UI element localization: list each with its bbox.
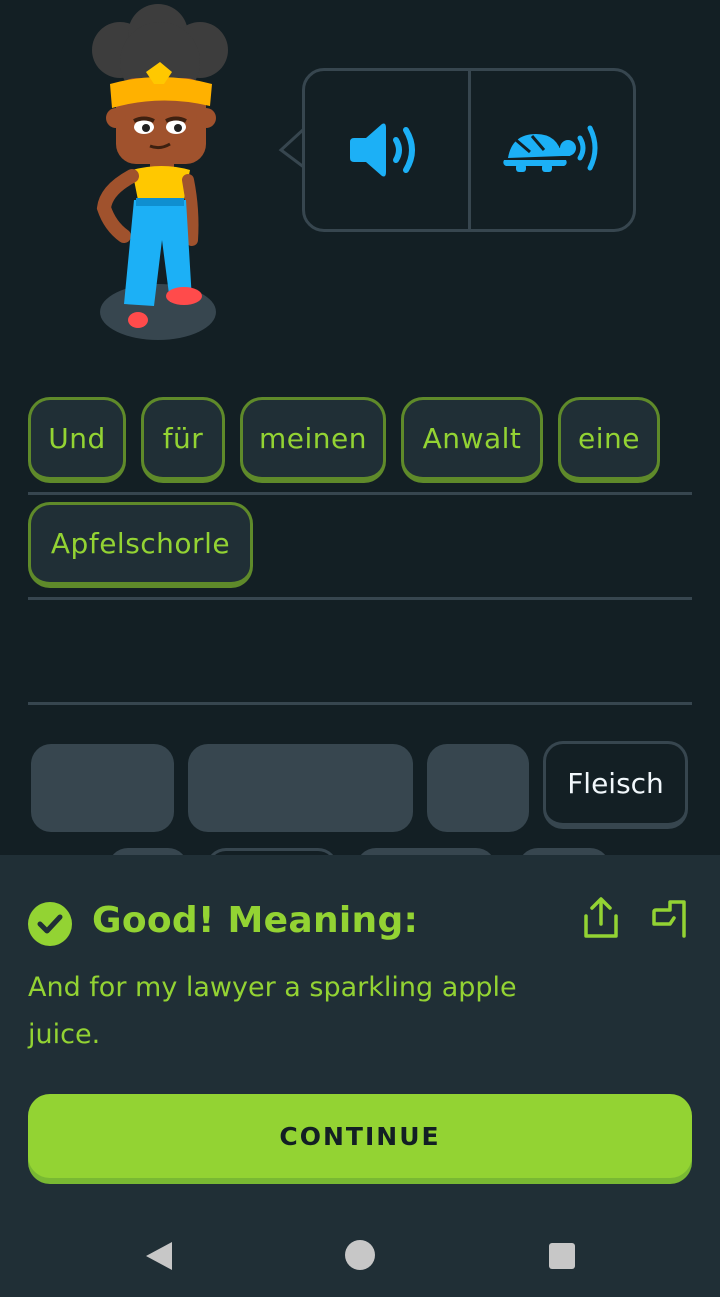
answer-word-meinen[interactable]: meinen — [240, 397, 386, 483]
play-audio-button[interactable] — [305, 71, 468, 229]
word-bank-empty-slot — [31, 744, 174, 832]
speaker-icon — [350, 123, 416, 177]
answer-word-apfelschorle[interactable]: Apfelschorle — [28, 502, 253, 588]
answer-word-anwalt[interactable]: Anwalt — [401, 397, 543, 483]
recents-icon[interactable] — [548, 1242, 576, 1270]
feedback-title: Good! Meaning: — [92, 900, 419, 941]
word-bank-empty-slot — [188, 744, 413, 832]
answer-line-3 — [28, 702, 692, 705]
play-slow-audio-button[interactable] — [471, 71, 634, 229]
answer-word-fur[interactable]: für — [141, 397, 225, 483]
home-icon[interactable] — [344, 1239, 376, 1271]
continue-button[interactable]: CONTINUE — [28, 1094, 692, 1178]
answer-word-und[interactable]: Und — [28, 397, 126, 483]
word-bank-empty-slot — [427, 744, 529, 832]
feedback-translation: And for my lawyer a sparkling apple juic… — [28, 972, 517, 1050]
back-icon[interactable] — [144, 1240, 174, 1272]
answer-line-2 — [28, 597, 692, 600]
word-bank-fleisch[interactable]: Fleisch — [543, 741, 688, 829]
character-illustration — [92, 4, 228, 340]
share-icon[interactable] — [582, 896, 620, 940]
answer-word-eine[interactable]: eine — [558, 397, 660, 483]
check-circle-icon — [28, 902, 72, 946]
answer-line-1 — [28, 492, 692, 495]
report-flag-icon[interactable] — [650, 896, 690, 940]
speech-bubble — [302, 68, 636, 232]
turtle-speaker-icon — [503, 125, 598, 172]
